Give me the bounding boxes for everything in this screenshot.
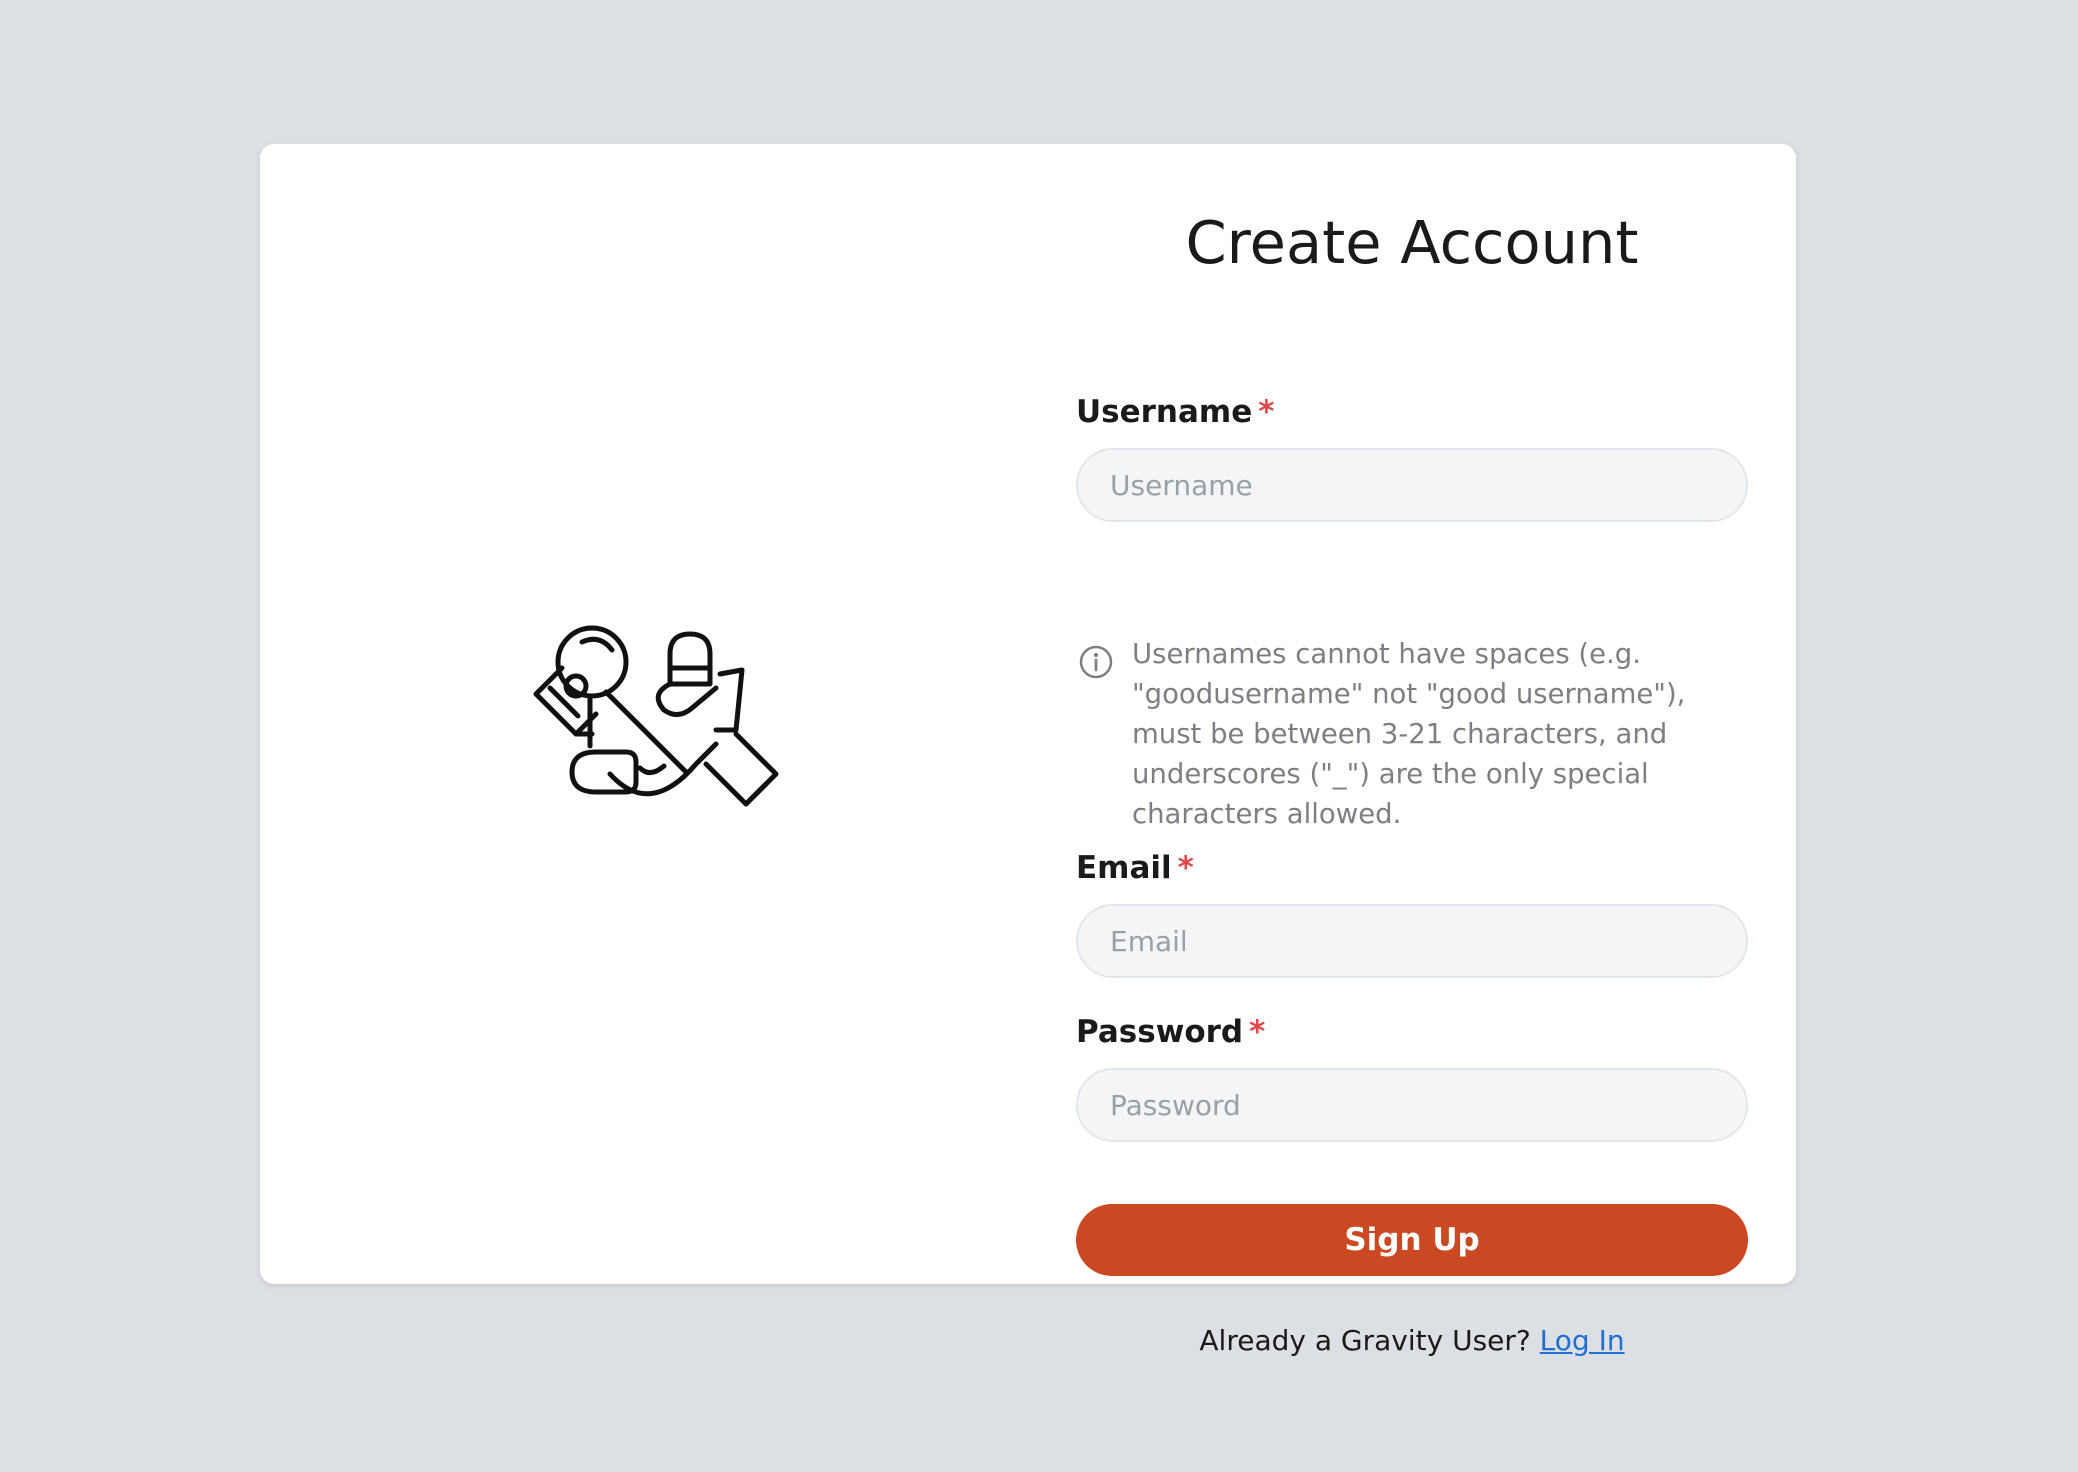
signup-card: Create Account Username* Usernames canno… bbox=[260, 144, 1796, 1357]
page-title: Create Account bbox=[1185, 208, 1639, 277]
email-label-text: Email bbox=[1076, 850, 1172, 886]
info-icon bbox=[1079, 645, 1113, 679]
username-input[interactable] bbox=[1076, 448, 1748, 522]
log-in-link[interactable]: Log In bbox=[1540, 1324, 1625, 1357]
login-prompt: Already a Gravity User? Log In bbox=[1076, 1324, 1748, 1357]
username-label-text: Username bbox=[1076, 394, 1253, 430]
required-asterisk: * bbox=[1258, 394, 1275, 430]
required-asterisk: * bbox=[1177, 850, 1194, 886]
required-asterisk: * bbox=[1249, 1014, 1266, 1050]
email-label: Email * bbox=[1076, 850, 1194, 887]
sign-up-button[interactable]: Sign Up bbox=[1076, 1204, 1748, 1276]
username-label: Username * bbox=[1076, 394, 1274, 431]
password-label-text: Password bbox=[1076, 1014, 1244, 1050]
astronaut-icon bbox=[520, 584, 780, 824]
password-input[interactable] bbox=[1076, 1068, 1748, 1142]
login-prompt-text: Already a Gravity User? bbox=[1199, 1324, 1531, 1357]
password-label: Password * bbox=[1076, 1014, 1265, 1051]
email-input[interactable] bbox=[1076, 904, 1748, 978]
username-hint-text: Usernames cannot have spaces (e.g. "good… bbox=[1132, 638, 1686, 830]
